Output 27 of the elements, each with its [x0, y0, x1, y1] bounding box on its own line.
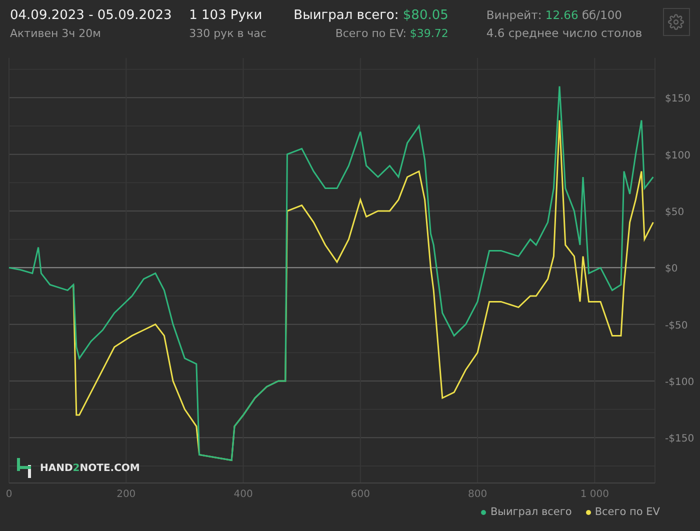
date-range: 04.09.2023 - 05.09.2023 [10, 8, 172, 23]
x-tick-label: 600 [350, 489, 370, 500]
legend-item[interactable]: Выиграл всего [481, 506, 572, 518]
y-tick-label: $100 [665, 150, 690, 162]
x-tick-label: 200 [116, 489, 136, 500]
y-tick-label: $0 [665, 264, 678, 275]
y-tick-label: -$100 [665, 377, 694, 388]
x-tick-label: 1 000 [580, 489, 609, 500]
logo-icon [16, 458, 32, 478]
ev-total: Всего по EV: $39.72 [335, 27, 448, 40]
active-time: Активен 3ч 20м [10, 27, 101, 40]
settings-button[interactable] [662, 8, 690, 36]
settings-icon [668, 14, 684, 30]
average-tables: 4.6 среднее число столов [486, 26, 642, 40]
y-tick-label: -$50 [665, 320, 688, 332]
total-won: Выиграл всего: $80.05 [294, 8, 448, 23]
winrate: Винрейт: 12.66 бб/100 [486, 8, 622, 22]
y-tick-label: -$150 [665, 434, 694, 445]
y-tick-label: $50 [665, 207, 684, 218]
hands-count: 1 103 Руки [189, 8, 262, 23]
x-tick-label: 800 [468, 489, 488, 500]
x-tick-label: 400 [234, 489, 253, 500]
watermark-text: HAND2NOTE.COM [40, 462, 140, 474]
hands-per-hour: 330 рук в час [189, 27, 266, 40]
x-tick-label: 0 [6, 489, 12, 500]
legend-item[interactable]: Всего по EV [586, 506, 660, 518]
y-tick-label: $150 [665, 94, 690, 105]
